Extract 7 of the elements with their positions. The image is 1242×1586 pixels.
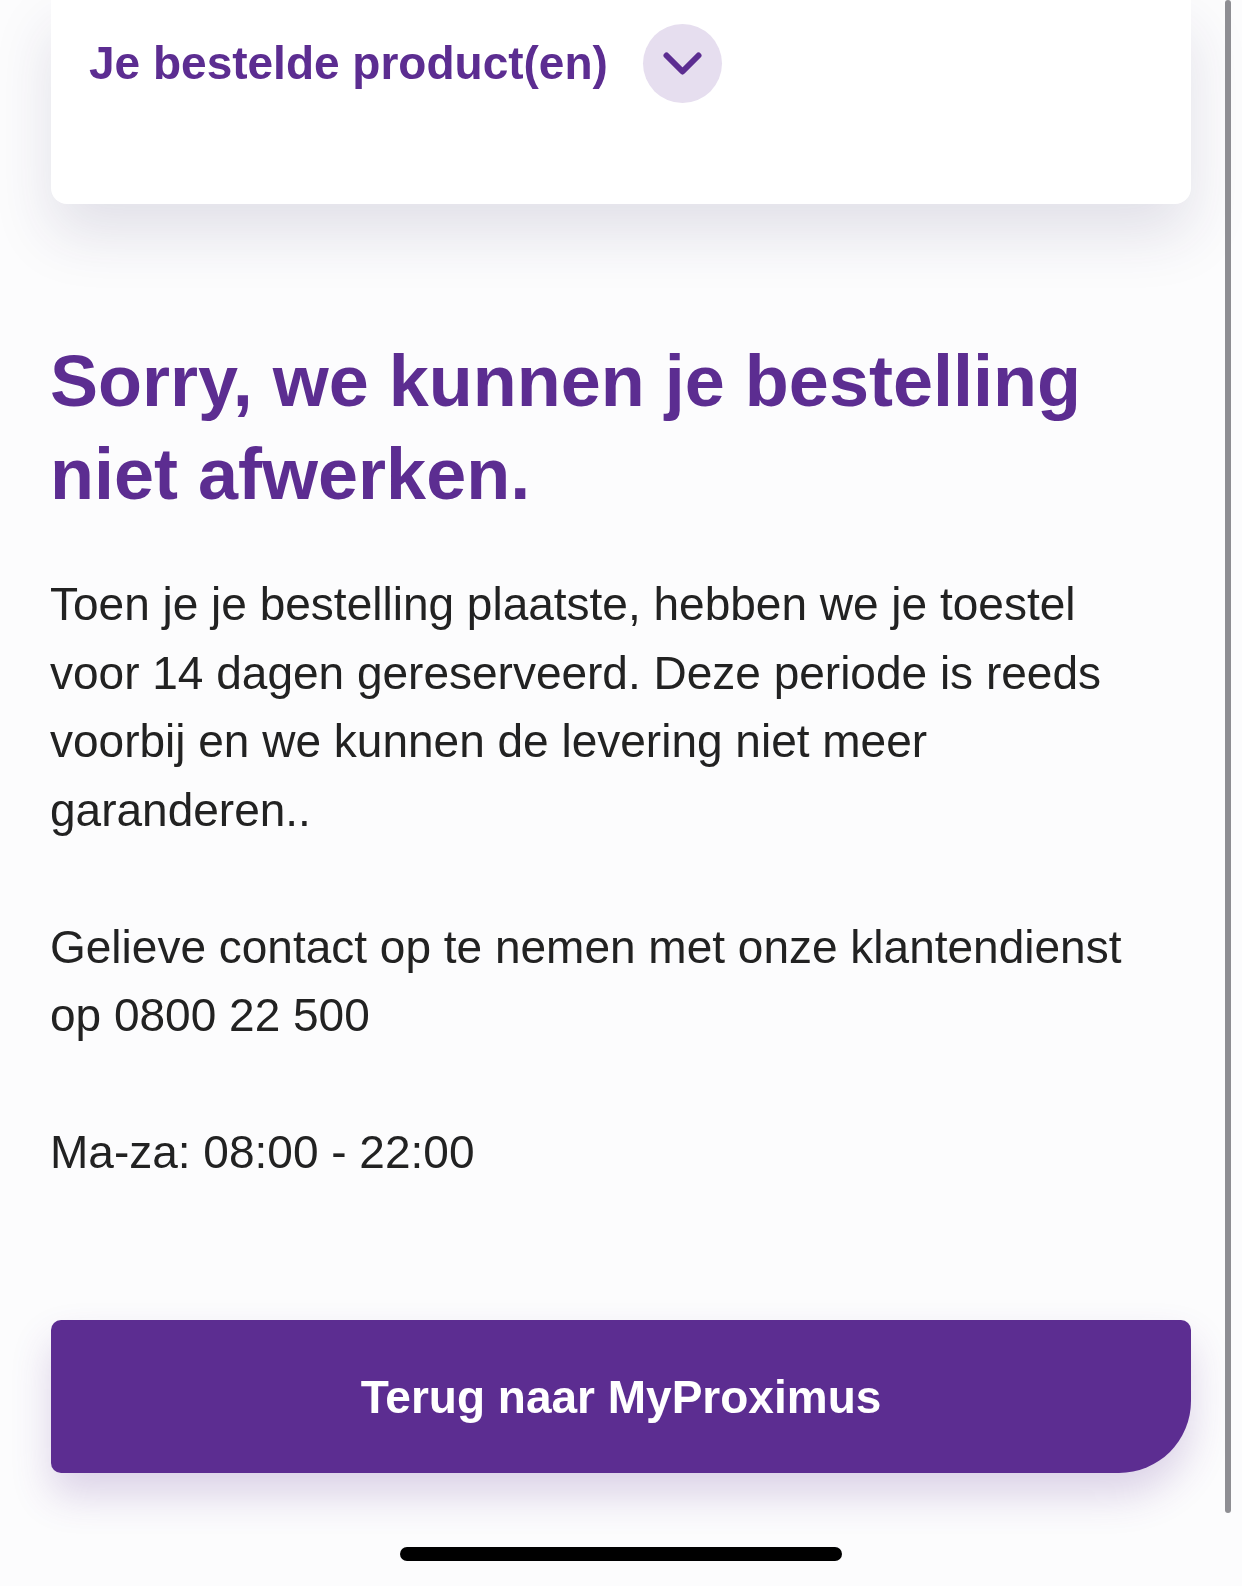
message-text: Ma-za: 08:00 - 22:00 xyxy=(50,1125,476,1180)
error-heading: Sorry, we kunnen je bestelling niet afwerken. xyxy=(50,340,1082,516)
chevron-down-icon xyxy=(662,51,702,76)
section-title: Je bestelde product(en) xyxy=(89,36,608,91)
message-text: Toen je je bestelling plaatste, hebben we je toestel voor 14 dagen gereserveerd. Deze periode is reeds voorbij en we kunnen de levering niet meer garanderen.. xyxy=(50,577,1102,838)
back-button[interactable]: Terug naar MyProximus xyxy=(51,1320,1191,1473)
message-text: Gelieve contact op te nemen met onze klantendienst op 0800 22 500 xyxy=(50,919,1123,1043)
